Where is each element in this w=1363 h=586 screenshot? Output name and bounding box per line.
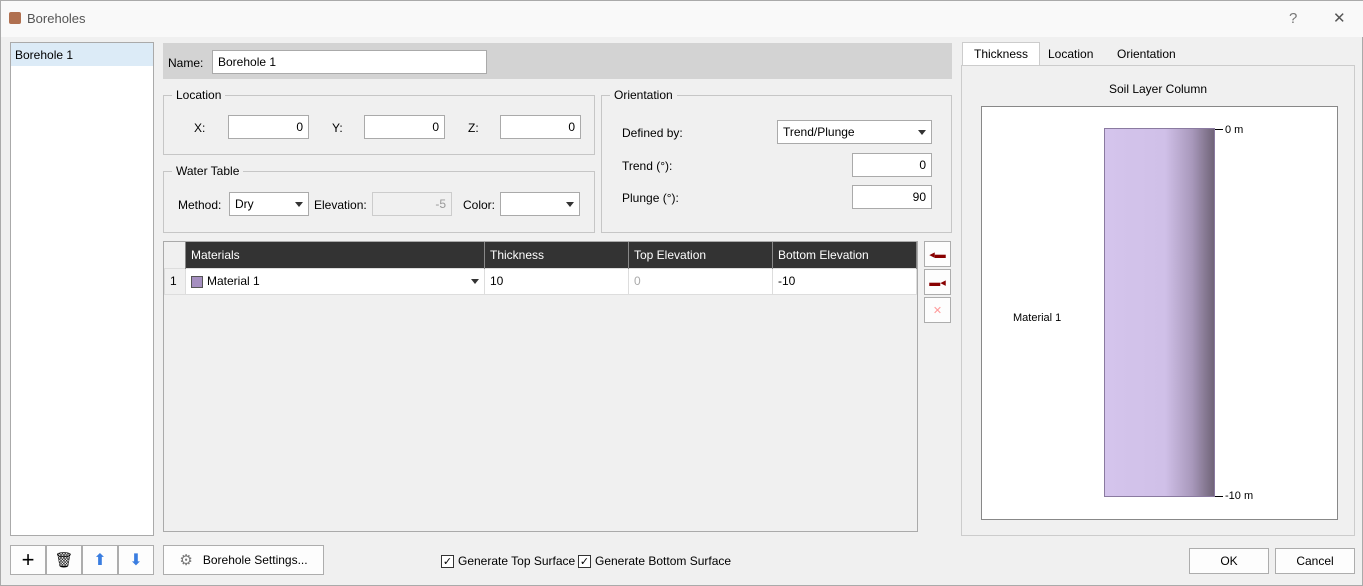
borehole-settings-button[interactable]: ⚙ Borehole Settings... (163, 545, 324, 575)
name-input[interactable]: Borehole 1 (212, 50, 487, 74)
method-select[interactable]: Dry (229, 192, 309, 216)
elevation-input: -5 (372, 192, 452, 216)
z-input[interactable]: 0 (500, 115, 581, 139)
water-table-title: Water Table (172, 164, 244, 178)
x-input[interactable]: 0 (228, 115, 309, 139)
materials-table-container: Materials Thickness Top Elevation Bottom… (163, 241, 918, 532)
thickness-panel: Soil Layer Column 0 m -10 m Material 1 (961, 65, 1355, 536)
material-value: Material 1 (207, 274, 260, 288)
col-materials[interactable]: Materials (185, 242, 485, 268)
generate-top-label: Generate Top Surface (458, 554, 576, 568)
cancel-button[interactable]: Cancel (1275, 548, 1355, 574)
insert-row-above-button[interactable]: ◂▬ (924, 241, 951, 267)
defined-by-select[interactable]: Trend/Plunge (777, 120, 932, 144)
borehole-settings-label: Borehole Settings... (202, 553, 308, 567)
bottom-elevation-cell: -10 (772, 267, 917, 295)
defined-by-label: Defined by: (622, 126, 683, 140)
chevron-down-icon (566, 201, 574, 207)
bottom-tick (1215, 496, 1223, 497)
window-title: Boreholes (27, 11, 86, 26)
checkbox-icon: ✓ (441, 555, 454, 569)
top-label: 0 m (1225, 124, 1244, 136)
chevron-down-icon (295, 201, 303, 207)
water-table-group: Water Table Method: Dry Elevation: -5 Co… (163, 164, 595, 233)
tab-thickness[interactable]: Thickness (962, 42, 1041, 66)
materials-table: Materials Thickness Top Elevation Bottom… (164, 242, 917, 295)
plunge-input[interactable]: 90 (852, 185, 932, 209)
help-button[interactable]: ? (1289, 10, 1297, 27)
delete-button[interactable]: 🗑 (46, 545, 82, 575)
arrow-down-icon: ⬇ (129, 552, 143, 569)
bottom-label: -10 m (1225, 490, 1254, 502)
trash-icon: 🗑 (54, 552, 74, 569)
close-button[interactable]: ✕ (1333, 9, 1346, 27)
name-bar: Name: Borehole 1 (163, 43, 952, 79)
insert-below-icon: ▬◂ (929, 276, 946, 289)
name-label: Name: (168, 56, 204, 70)
chevron-down-icon (918, 129, 926, 135)
plus-icon: + (21, 547, 35, 572)
chevron-down-icon (471, 278, 479, 284)
location-title: Location (172, 88, 226, 102)
method-value: Dry (235, 197, 254, 211)
borehole-list[interactable]: Borehole 1 (10, 42, 154, 536)
table-row[interactable]: 1 Material 1 10 0 -10 (164, 267, 917, 295)
plunge-label: Plunge (°): (622, 191, 679, 205)
y-label: Y: (332, 121, 343, 135)
checkbox-icon: ✓ (578, 555, 591, 569)
material-swatch (191, 275, 203, 288)
gear-icon: ⚙ (179, 552, 193, 569)
z-label: Z: (468, 121, 479, 135)
add-button[interactable]: + (10, 545, 46, 575)
col-thickness[interactable]: Thickness (484, 242, 629, 268)
app-icon (9, 12, 21, 24)
material-label: Material 1 (1013, 312, 1062, 324)
tab-location[interactable]: Location (1037, 43, 1104, 65)
color-select[interactable] (500, 192, 580, 216)
top-tick (1215, 129, 1223, 130)
borehole-list-item[interactable]: Borehole 1 (11, 43, 153, 66)
title-bar: Boreholes ? ✕ (1, 1, 1363, 37)
x-label: X: (194, 121, 206, 135)
trend-input[interactable]: 0 (852, 153, 932, 177)
move-up-button[interactable]: ⬆ (82, 545, 118, 575)
orientation-title: Orientation (610, 88, 677, 102)
insert-above-icon: ◂▬ (929, 248, 946, 261)
generate-bottom-checkbox[interactable]: ✓ Generate Bottom Surface (578, 554, 732, 569)
col-top-elevation[interactable]: Top Elevation (628, 242, 773, 268)
soil-column-title: Soil Layer Column (1108, 82, 1208, 96)
trend-label: Trend (°): (622, 159, 673, 173)
move-down-button[interactable]: ⬇ (118, 545, 154, 575)
insert-row-below-button[interactable]: ▬◂ (924, 269, 951, 295)
ok-button[interactable]: OK (1189, 548, 1269, 574)
material-cell[interactable]: Material 1 (185, 267, 485, 295)
generate-top-checkbox[interactable]: ✓ Generate Top Surface (441, 554, 576, 569)
method-label: Method: (178, 198, 222, 212)
corner-header (164, 242, 186, 268)
color-label: Color: (463, 198, 496, 212)
col-bottom-elevation[interactable]: Bottom Elevation (772, 242, 917, 268)
tab-orientation[interactable]: Orientation (1106, 43, 1187, 65)
thickness-cell[interactable]: 10 (484, 267, 629, 295)
arrow-up-icon: ⬆ (93, 552, 107, 569)
defined-by-value: Trend/Plunge (783, 125, 855, 139)
delete-row-icon: ✕ (932, 304, 943, 317)
soil-column-view: 0 m -10 m Material 1 (981, 106, 1338, 520)
soil-column-bar (1104, 128, 1215, 497)
y-input[interactable]: 0 (364, 115, 445, 139)
row-index: 1 (164, 267, 186, 295)
location-group: Location X: 0 Y: 0 Z: 0 (163, 88, 595, 155)
top-elevation-cell: 0 (628, 267, 773, 295)
generate-bottom-label: Generate Bottom Surface (595, 554, 732, 568)
delete-row-button[interactable]: ✕ (924, 297, 951, 323)
elevation-label: Elevation: (314, 198, 367, 212)
orientation-group: Orientation Defined by: Trend/Plunge Tre… (601, 88, 952, 233)
